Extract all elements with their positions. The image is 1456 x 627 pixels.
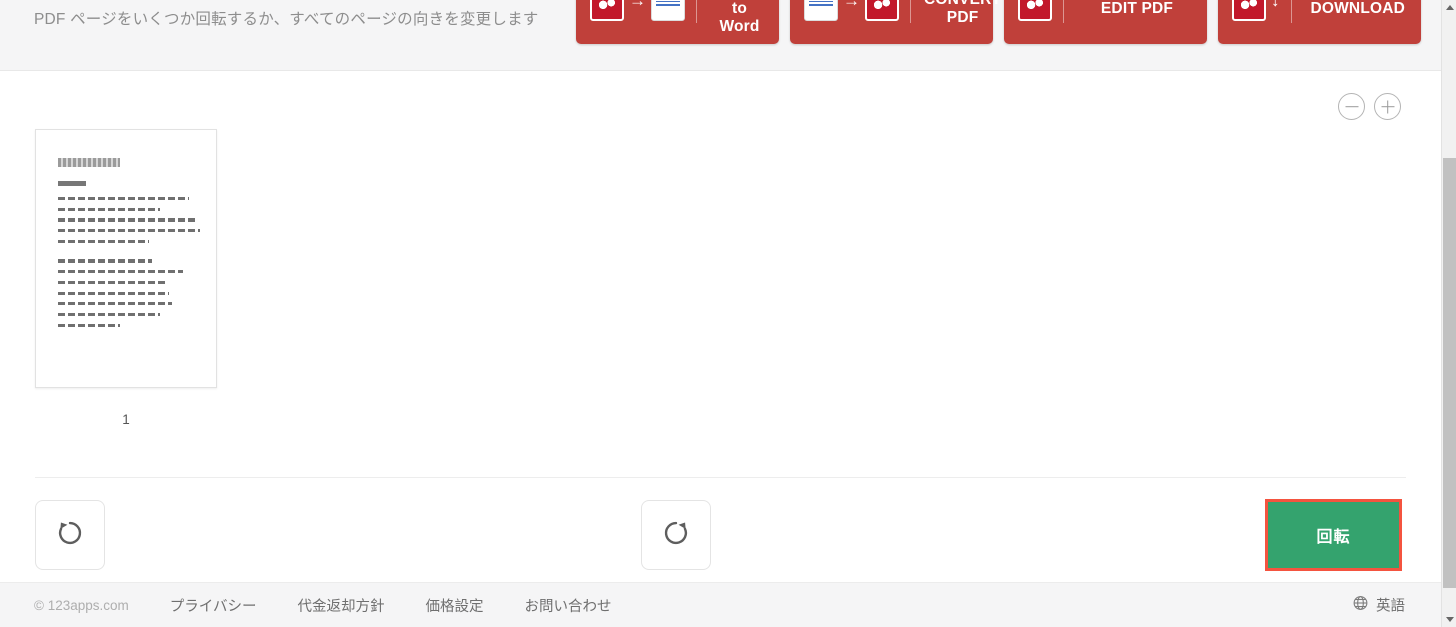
promo-divider: [1063, 0, 1064, 23]
word-icon: W: [651, 0, 685, 21]
scroll-down-icon[interactable]: [1442, 612, 1456, 627]
promo-icons: [1018, 0, 1052, 21]
scroll-up-icon[interactable]: [1442, 0, 1456, 15]
zoom-out-icon[interactable]: [1338, 93, 1365, 120]
rotate-clockwise-button[interactable]: [641, 500, 711, 570]
pdf-workspace: 1 回転: [0, 71, 1441, 582]
arrow-right-icon: →: [843, 0, 860, 10]
page-thumbnail-list: 1: [35, 129, 217, 427]
rotate-counterclockwise-button[interactable]: [35, 500, 105, 570]
promo-line-2: to Word: [719, 0, 760, 35]
language-label: 英語: [1376, 598, 1405, 615]
page-footer: © 123apps.com プライバシー 代金返却方針 価格設定 お問い合わせ …: [0, 582, 1441, 627]
page-subtitle: PDF ページをいくつか回転するか、すべてのページの向きを変更します: [34, 11, 539, 28]
page-number-label: 1: [122, 412, 130, 427]
word-lines: [809, 0, 833, 6]
promo-text: FREE PDF DOWNLOAD: [1305, 0, 1412, 18]
footer-link-pricing[interactable]: 価格設定: [425, 595, 483, 616]
pdf-icon: [590, 0, 624, 21]
promo-text: FREE PDF to Word: [710, 0, 769, 36]
page-thumbnail[interactable]: [35, 129, 217, 388]
apply-rotate-button[interactable]: 回転: [1265, 499, 1402, 571]
promo-banner-convert-pdf[interactable]: W → FREE CONVERT PDF: [790, 0, 1001, 44]
promo-divider: [1290, 0, 1292, 23]
pdf-icon: [865, 0, 899, 21]
promo-icons: ↓: [1232, 0, 1280, 21]
footer-link-privacy[interactable]: プライバシー: [170, 595, 257, 616]
pdf-edit-icon: [1018, 0, 1052, 21]
promo-banner-pdf-to-word[interactable]: → W FREE PDF to Word: [576, 0, 779, 44]
rotate-pdf-page: PDF ページをいくつか回転するか、すべてのページの向きを変更します → W F…: [0, 0, 1456, 627]
pdf-download-icon: [1232, 0, 1266, 21]
word-lines: [656, 0, 680, 6]
footer-link-contact[interactable]: お問い合わせ: [524, 595, 611, 616]
promo-banner-edit-pdf[interactable]: FREE EDIT PDF: [1004, 0, 1207, 44]
arrow-right-icon: →: [629, 0, 646, 10]
promo-line-2: EDIT PDF: [1100, 0, 1174, 17]
doc-heading: [58, 181, 86, 186]
doc-title: [58, 158, 120, 167]
promo-icons: → W: [590, 0, 685, 21]
promo-line-2: CONVERT PDF: [924, 0, 1001, 26]
zoom-in-icon[interactable]: [1374, 93, 1401, 120]
rotate-clockwise-icon: [659, 516, 693, 555]
promo-divider: [910, 0, 911, 23]
rotate-counterclockwise-icon: [53, 516, 87, 555]
promo-text: FREE CONVERT PDF: [924, 0, 1001, 27]
word-icon: W: [804, 0, 838, 21]
promo-banner-download-pdf[interactable]: ↓ FREE PDF DOWNLOAD: [1218, 0, 1421, 44]
promo-banner-list: → W FREE PDF to Word W →: [576, 0, 1421, 44]
promo-icons: W →: [804, 0, 899, 21]
promo-line-2: DOWNLOAD: [1310, 0, 1406, 17]
thumbnail-document-preview: [58, 158, 200, 334]
promo-divider: [696, 0, 697, 23]
toolbar-divider: [35, 477, 1406, 478]
promo-text: FREE EDIT PDF: [1077, 0, 1197, 18]
copyright-text: © 123apps.com: [34, 597, 129, 613]
download-arrow-icon: ↓: [1271, 0, 1280, 10]
globe-icon: [1352, 595, 1369, 616]
footer-link-refund-policy[interactable]: 代金返却方針: [297, 595, 384, 616]
zoom-controls: [1338, 93, 1401, 120]
language-selector[interactable]: 英語: [1352, 595, 1405, 616]
scrollbar-thumb[interactable]: [1443, 158, 1456, 588]
vertical-scrollbar[interactable]: [1441, 0, 1456, 627]
